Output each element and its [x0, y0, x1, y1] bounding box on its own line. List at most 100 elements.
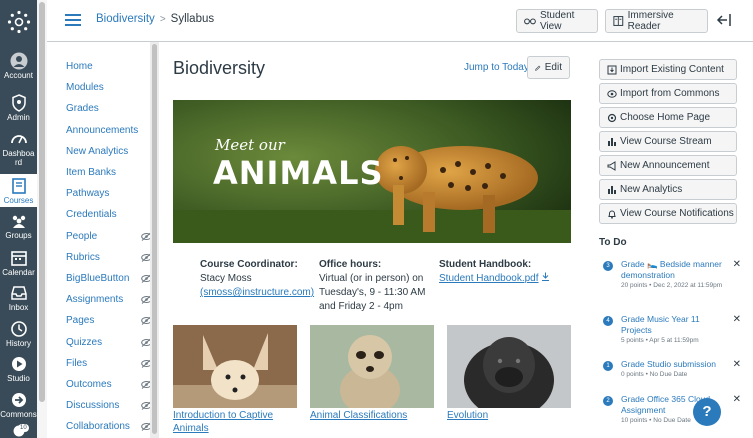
dismiss-close-icon[interactable]: ✕ [733, 359, 741, 370]
global-nav-scrollbar[interactable] [37, 0, 47, 438]
view-course-stream-button[interactable]: View Course Stream [599, 131, 737, 152]
course-nav-label: Pathways [66, 188, 110, 200]
page-title: Biodiversity [173, 58, 266, 78]
course-nav-scrollbar[interactable] [150, 42, 159, 438]
course-nav-new-analytics[interactable]: New Analytics [66, 146, 152, 160]
view-course-stream-label: View Course Stream [620, 136, 712, 147]
course-nav-rubrics[interactable]: Rubrics [66, 252, 152, 266]
glasses-icon [524, 18, 536, 25]
edit-button[interactable]: Edit [527, 56, 570, 79]
jump-to-today-link[interactable]: Jump to Today [464, 62, 529, 73]
course-nav-pages[interactable]: Pages [66, 315, 152, 329]
collapse-sidebar-icon[interactable] [716, 13, 732, 27]
card-caption-captive-animals[interactable]: Introduction to Captive Animals [173, 409, 303, 435]
coordinator-email-link[interactable]: (smoss@instructure.com) [200, 287, 314, 298]
gnav-calendar[interactable]: Calendar [0, 249, 37, 281]
office-hours-line3: and Friday 2 - 4pm [319, 301, 403, 312]
breadcrumb-course[interactable]: Biodiversity [96, 13, 155, 25]
course-nav-quizzes[interactable]: Quizzes [66, 337, 152, 351]
course-nav-scroll-thumb[interactable] [152, 44, 157, 434]
course-nav-item-banks[interactable]: Item Banks [66, 167, 152, 181]
page-header: Biodiversity > Syllabus Student View Immer… [47, 0, 753, 42]
course-nav-label: Credentials [66, 209, 117, 221]
student-view-button[interactable]: Student View [516, 9, 598, 33]
handbook-link[interactable]: Student Handbook.pdf [439, 273, 539, 284]
commons-icon [11, 393, 26, 407]
gorilla-photo [447, 325, 571, 408]
global-nav-scroll-thumb[interactable] [39, 2, 45, 402]
course-nav-label: Collaborations [66, 421, 130, 433]
hero-text-line1: Meet our [215, 136, 285, 154]
gnav-account[interactable]: Account [0, 52, 37, 86]
canvas-logo[interactable] [0, 4, 37, 40]
todo-title-link[interactable]: Grade Music Year 11 Projects [621, 314, 731, 336]
todo-title-link[interactable]: Grade Studio submission [621, 359, 731, 370]
breadcrumb-current: Syllabus [170, 13, 215, 25]
gnav-help[interactable]: 10 [0, 424, 37, 438]
meerkat-image[interactable] [310, 325, 434, 408]
handbook-block: Student Handbook: Student Handbook.pdf [439, 258, 550, 286]
history-icon [10, 321, 27, 337]
course-nav-pathways[interactable]: Pathways [66, 188, 152, 202]
gnav-history[interactable]: History [0, 320, 37, 352]
new-announcement-button[interactable]: New Announcement [599, 155, 737, 176]
hamburger-icon[interactable] [65, 14, 81, 26]
todo-item: 3 Grade 🛌 Bedside manner demonstration 2… [599, 259, 741, 303]
megaphone-icon [607, 160, 616, 171]
todo-meta: 0 points • No Due Date [621, 371, 688, 378]
course-nav-collaborations[interactable]: Collaborations [66, 421, 152, 435]
gnav-dashboard[interactable]: Dashboard [0, 130, 37, 170]
course-nav-outcomes[interactable]: Outcomes [66, 379, 152, 393]
courses-icon [11, 178, 26, 194]
coordinator-name: Stacy Moss [200, 273, 252, 284]
import-from-commons-button[interactable]: Import from Commons [599, 83, 737, 104]
fennec-fox-photo [173, 325, 297, 408]
course-nav-files[interactable]: Files [66, 358, 152, 372]
card-caption-evolution[interactable]: Evolution [447, 409, 571, 422]
dismiss-close-icon[interactable]: ✕ [733, 259, 741, 270]
todo-item: 4 Grade Music Year 11 Projects 5 points … [599, 314, 741, 350]
todo-title-link[interactable]: Grade 🛌 Bedside manner demonstration [621, 259, 731, 281]
office-hours-heading: Office hours: [319, 259, 382, 270]
course-nav-modules[interactable]: Modules [66, 82, 152, 96]
new-analytics-label: New Analytics [620, 184, 683, 195]
gear-icon [607, 113, 617, 122]
todo-count-badge: 1 [603, 361, 613, 371]
course-nav-label: Quizzes [66, 336, 103, 348]
course-nav-bigbluebutton[interactable]: BigBlueButton [66, 273, 152, 287]
gnav-courses[interactable]: Courses [0, 174, 37, 207]
new-analytics-button[interactable]: New Analytics [599, 179, 737, 200]
immersive-reader-button[interactable]: Immersive Reader [605, 9, 708, 33]
course-nav-assignments[interactable]: Assignments [66, 294, 152, 308]
choose-home-page-button[interactable]: Choose Home Page [599, 107, 737, 128]
view-course-notifications-button[interactable]: View Course Notifications [599, 203, 737, 224]
import-existing-content-button[interactable]: Import Existing Content [599, 59, 737, 80]
fennec-fox-image[interactable] [173, 325, 297, 408]
download-icon[interactable] [541, 272, 550, 281]
import-from-commons-label: Import from Commons [620, 88, 720, 99]
gnav-admin[interactable]: Admin [0, 94, 37, 126]
immersive-reader-icon [613, 16, 624, 26]
gnav-inbox[interactable]: Inbox [0, 284, 37, 316]
gnav-groups[interactable]: Groups [0, 212, 37, 244]
global-nav: Account Admin Dashboard Courses Groups C… [0, 0, 37, 438]
course-nav-announcements[interactable]: Announcements [66, 125, 152, 139]
gnav-studio[interactable]: Studio [0, 355, 37, 387]
course-nav-label: Grades [66, 103, 99, 115]
help-button[interactable]: ? [693, 398, 721, 426]
course-nav-home[interactable]: Home [66, 61, 152, 75]
course-nav-credentials[interactable]: Credentials [66, 209, 152, 223]
gorilla-image[interactable] [447, 325, 571, 408]
course-nav-discussions[interactable]: Discussions [66, 400, 152, 414]
bar-chart-icon [608, 137, 616, 146]
inbox-icon [10, 286, 27, 300]
card-caption-animal-classifications[interactable]: Animal Classifications [310, 409, 434, 422]
student-view-label: Student View [539, 10, 575, 32]
dismiss-close-icon[interactable]: ✕ [733, 314, 741, 325]
course-nav-grades[interactable]: Grades [66, 103, 152, 117]
gnav-commons[interactable]: Commons [0, 391, 37, 423]
course-nav-label: Assignments [66, 294, 124, 306]
course-nav-people[interactable]: People [66, 231, 152, 245]
dismiss-close-icon[interactable]: ✕ [733, 394, 741, 405]
office-hours-line2: Tuesday's, 9 - 11:30 AM [319, 287, 426, 298]
